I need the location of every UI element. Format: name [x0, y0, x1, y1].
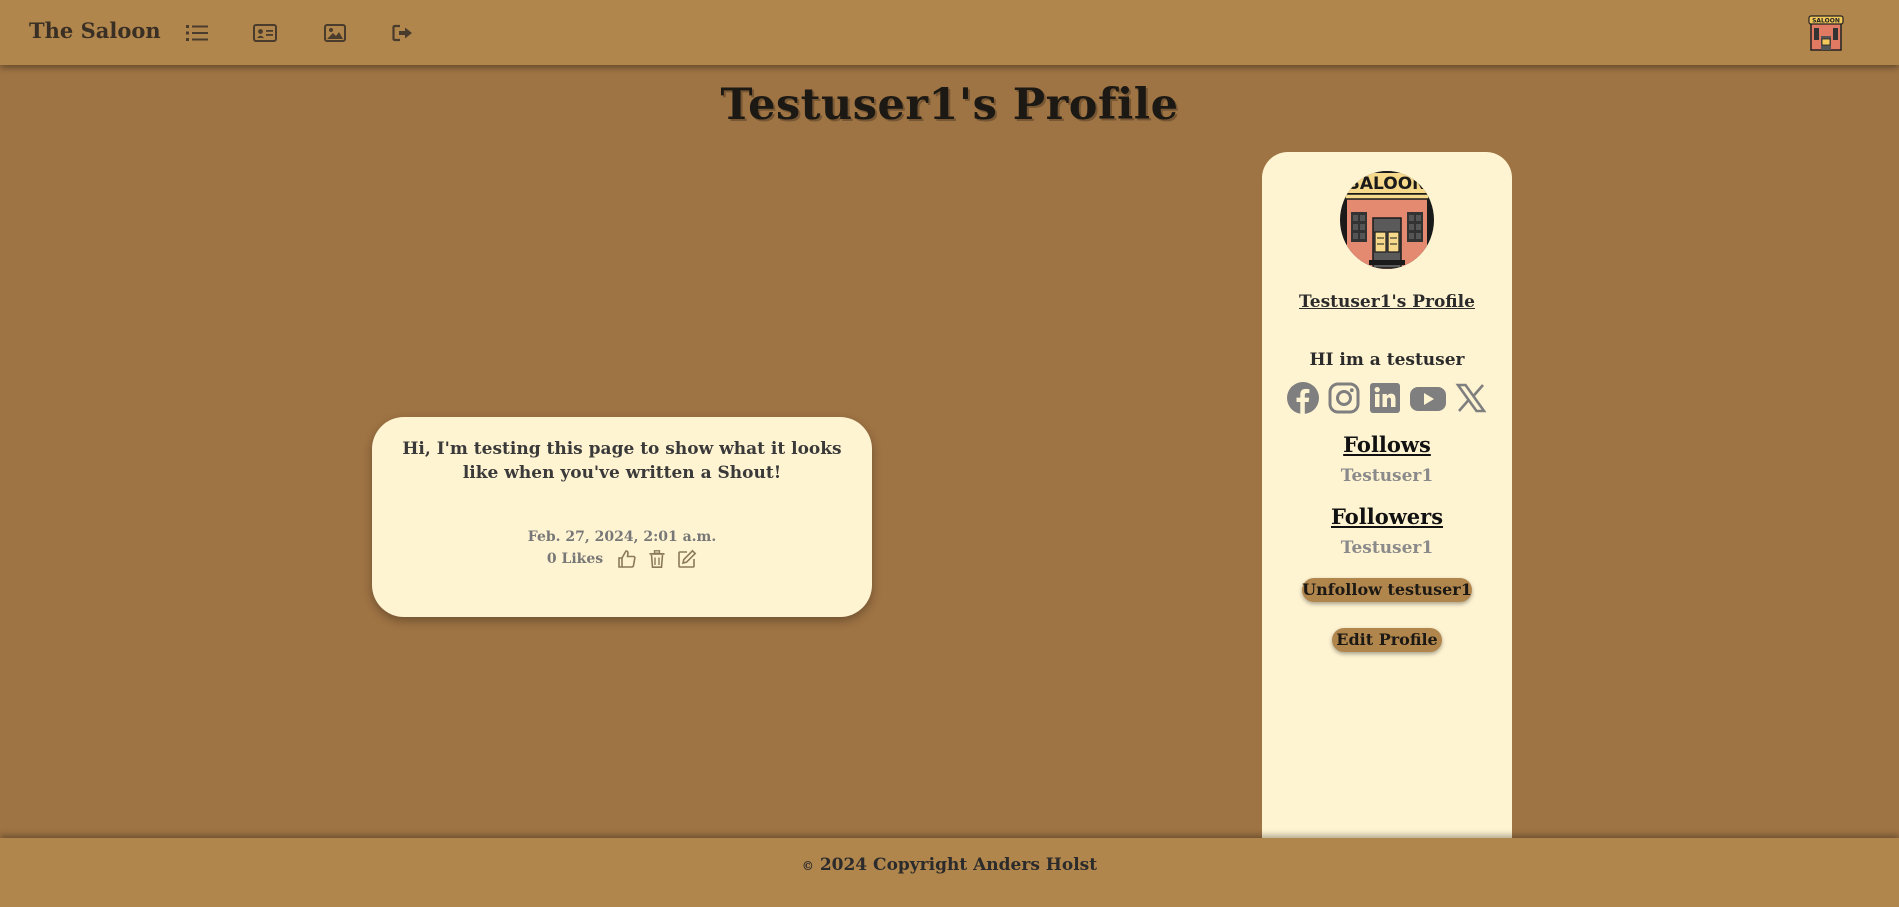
image-icon[interactable]	[322, 20, 348, 46]
profile-card-icon[interactable]	[252, 20, 278, 46]
avatar-sign-text: SALOON	[1348, 174, 1427, 194]
copyright-symbol: ©	[801, 859, 814, 873]
copyright-text: 2024 Copyright Anders Holst	[819, 855, 1098, 875]
follows-value[interactable]: Testuser1	[1262, 466, 1512, 486]
footer: © 2024 Copyright Anders Holst	[0, 838, 1899, 907]
likes-count: 0 Likes	[546, 551, 604, 567]
profile-card: SALOON Testuser1's Profile HI im a testu…	[1262, 152, 1512, 842]
edit-profile-button[interactable]: Edit Profile	[1332, 628, 1442, 652]
x-icon[interactable]	[1454, 381, 1488, 415]
trash-icon[interactable]	[647, 549, 667, 569]
logout-icon[interactable]	[390, 20, 416, 46]
shout-actions: 0 Likes	[372, 549, 872, 569]
instagram-icon[interactable]	[1327, 381, 1361, 415]
shout-card: Hi, I'm testing this page to show what i…	[372, 417, 872, 617]
profile-bio: HI im a testuser	[1309, 350, 1465, 370]
followers-value[interactable]: Testuser1	[1262, 538, 1512, 558]
avatar: SALOON	[1339, 170, 1435, 270]
footer-copyright: © 2024 Copyright Anders Holst	[0, 855, 1899, 875]
followers-heading: Followers	[1330, 504, 1444, 529]
follows-heading: Follows	[1343, 432, 1431, 457]
page-title: Testuser1's Profile	[720, 80, 1179, 130]
shout-text: Hi, I'm testing this page to show what i…	[402, 439, 842, 483]
list-icon[interactable]	[184, 20, 210, 46]
navbar: The Saloon SALOON	[0, 0, 1899, 65]
brand-link[interactable]: The Saloon	[29, 18, 161, 43]
linkedin-icon[interactable]	[1368, 381, 1402, 415]
saloon-logo-icon[interactable]: SALOON	[1806, 12, 1846, 52]
social-links	[1262, 381, 1512, 415]
thumbs-up-icon[interactable]	[617, 549, 637, 569]
unfollow-button[interactable]: Unfollow testuser1	[1302, 578, 1472, 602]
youtube-icon[interactable]	[1409, 381, 1447, 415]
edit-icon[interactable]	[677, 549, 697, 569]
shout-date: Feb. 27, 2024, 2:01 a.m.	[527, 529, 717, 545]
logo-sign-text: SALOON	[1812, 18, 1840, 25]
facebook-icon[interactable]	[1286, 381, 1320, 415]
profile-link[interactable]: Testuser1's Profile	[1262, 292, 1512, 312]
